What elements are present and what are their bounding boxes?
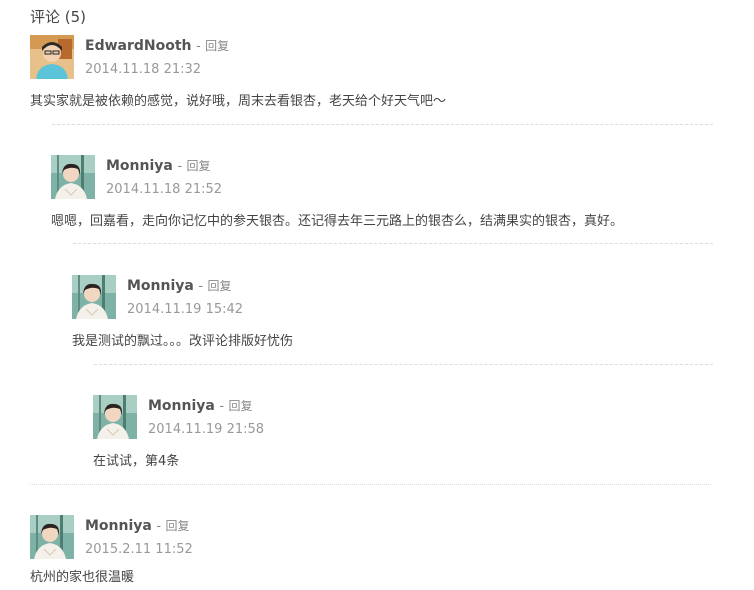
comment-text: 在试试，第4条: [93, 454, 180, 469]
comment-meta: Monniya - 回复: [85, 517, 189, 534]
avatar[interactable]: [72, 275, 116, 319]
reply-button[interactable]: 回复: [207, 279, 231, 293]
separator-dash: -: [195, 39, 201, 54]
comments-heading: 评论 (5): [30, 8, 87, 26]
comment-text: 其实家就是被依赖的感觉，说好哦，周末去看银杏，老天给个好天气吧～: [30, 94, 447, 109]
reply-button[interactable]: 回复: [205, 39, 229, 53]
comment-date: 2015.2.11 11:52: [85, 542, 193, 557]
reply-button[interactable]: 回复: [165, 519, 189, 533]
comment-meta: Monniya - 回复: [127, 277, 231, 294]
separator-dash: -: [156, 519, 162, 534]
comment-meta: Monniya - 回复: [148, 397, 252, 414]
divider: [52, 124, 713, 125]
separator-dash: -: [219, 399, 225, 414]
female-avatar-icon: [51, 155, 95, 199]
female-avatar-icon: [30, 515, 74, 559]
divider: [73, 243, 713, 244]
avatar[interactable]: [93, 395, 137, 439]
comment-author[interactable]: Monniya: [127, 278, 194, 294]
separator-dash: -: [177, 159, 183, 174]
avatar[interactable]: [30, 35, 74, 79]
female-avatar-icon: [72, 275, 116, 319]
male-avatar-icon: [30, 35, 74, 79]
female-avatar-icon: [93, 395, 137, 439]
comment-meta: Monniya - 回复: [106, 157, 210, 174]
comment-date: 2014.11.19 21:58: [148, 422, 265, 437]
comment-text: 我是测试的飘过。。。改评论排版好忧伤: [72, 334, 294, 349]
divider: [30, 484, 711, 485]
comment-author[interactable]: Monniya: [106, 158, 173, 174]
comment-author[interactable]: Monniya: [148, 398, 215, 414]
divider: [94, 364, 713, 365]
comment-author[interactable]: Monniya: [85, 518, 152, 534]
comment-date: 2014.11.19 15:42: [127, 302, 244, 317]
comment-text: 嗯嗯，回嘉看，走向你记忆中的参天银杏。还记得去年三元路上的银杏么，结满果实的银杏…: [51, 214, 624, 229]
comment-text: 杭州的家也很温暖: [30, 570, 135, 585]
avatar[interactable]: [30, 515, 74, 559]
comment-author[interactable]: EdwardNooth: [85, 38, 192, 54]
comment-meta: EdwardNooth - 回复: [85, 37, 229, 54]
separator-dash: -: [198, 279, 204, 294]
reply-button[interactable]: 回复: [228, 399, 252, 413]
comment-date: 2014.11.18 21:52: [106, 182, 223, 197]
avatar[interactable]: [51, 155, 95, 199]
comment-date: 2014.11.18 21:32: [85, 62, 202, 77]
reply-button[interactable]: 回复: [186, 159, 210, 173]
